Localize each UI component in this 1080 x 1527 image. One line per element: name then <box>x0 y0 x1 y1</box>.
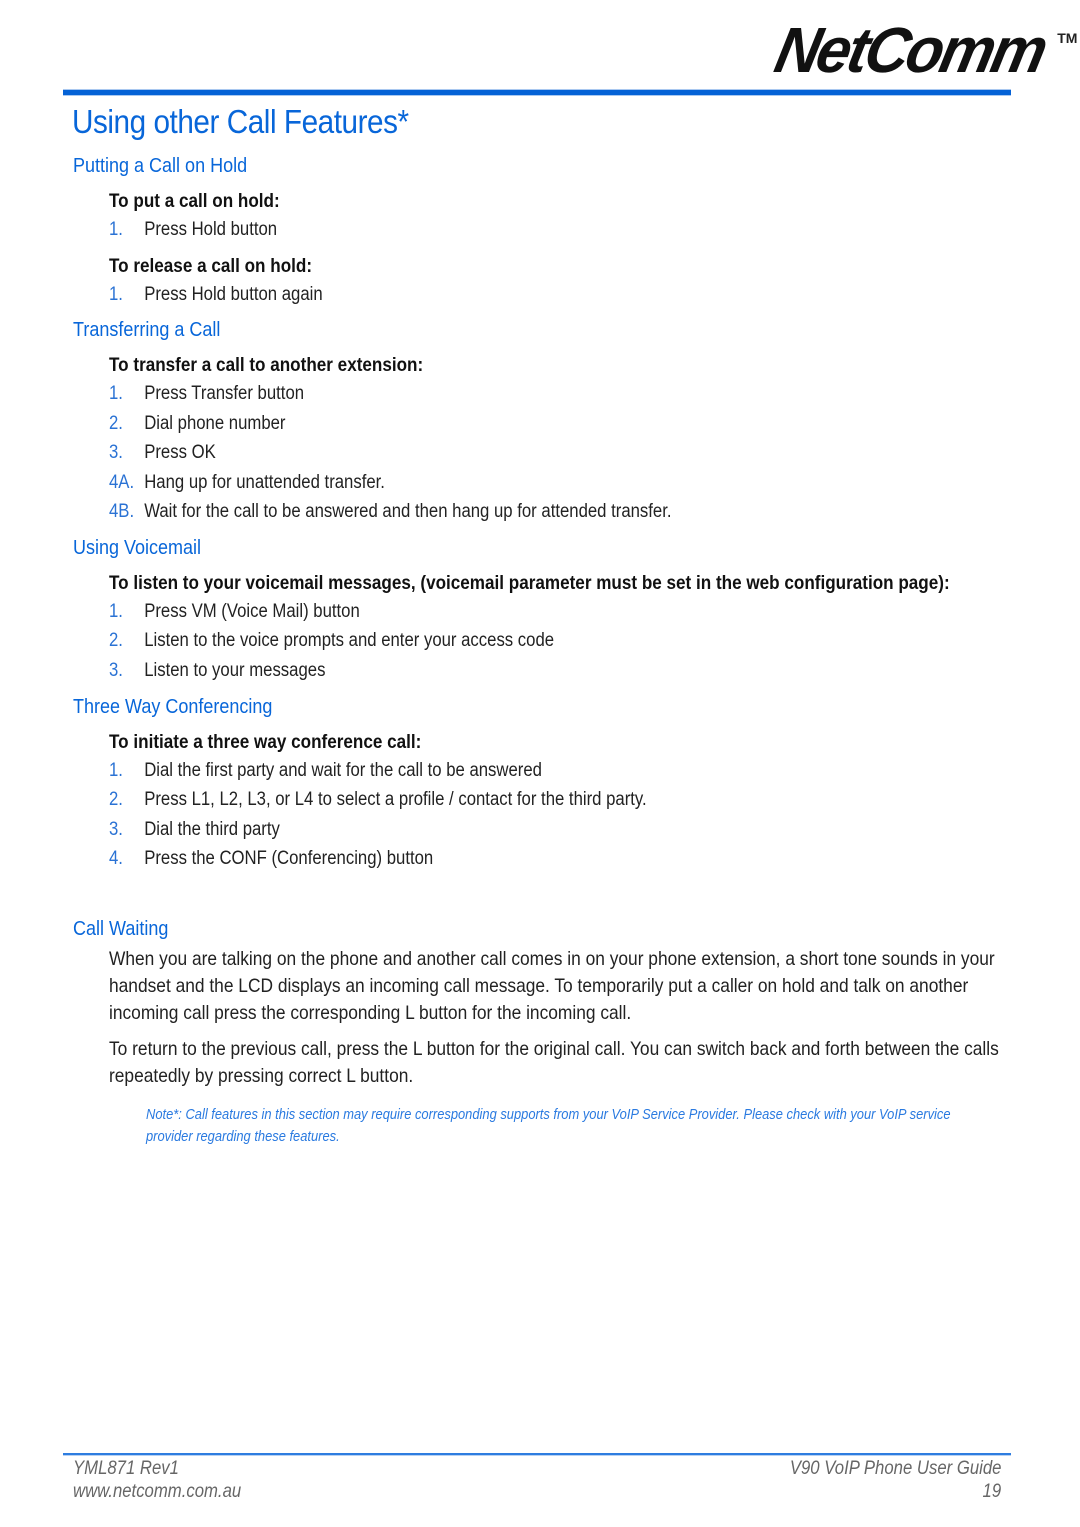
step-text: Press VM (Voice Mail) button <box>144 601 360 622</box>
step-text: Dial the third party <box>144 819 280 840</box>
step-text: Wait for the call to be answered and the… <box>144 501 672 522</box>
section-heading-transfer: Transferring a Call <box>73 319 221 341</box>
netcomm-logo: NetComm TM <box>769 14 1078 86</box>
step-number: 4. <box>109 848 123 869</box>
step-number: 2. <box>109 630 123 651</box>
step-text: Listen to your messages <box>144 660 326 681</box>
trademark-symbol: TM <box>1057 30 1078 46</box>
step-number: 1. <box>109 760 123 781</box>
list-item: 4. Press the CONF (Conferencing) button <box>109 848 433 870</box>
call-waiting-paragraph: To return to the previous call, press th… <box>109 1038 999 1087</box>
step-text: Press the CONF (Conferencing) button <box>144 848 434 869</box>
hold-put-lead: To put a call on hold: <box>109 191 280 212</box>
step-number: 4B. <box>109 501 135 522</box>
step-number: 4A. <box>109 472 135 493</box>
step-text: Dial phone number <box>144 413 286 434</box>
conference-lead: To initiate a three way conference call: <box>109 732 422 753</box>
step-number: 3. <box>109 660 123 681</box>
list-item: 1. Press VM (Voice Mail) button <box>109 601 360 623</box>
logo-wordmark: NetComm <box>769 14 1052 86</box>
step-text: Press Hold button again <box>144 284 323 305</box>
list-item: 2. Press L1, L2, L3, or L4 to select a pr… <box>109 789 647 811</box>
footer-doc-code: YML871 Rev1 <box>73 1458 179 1479</box>
list-item: 4A. Hang up for unattended transfer. <box>109 472 385 494</box>
step-number: 1. <box>109 601 123 622</box>
list-item: 3. Listen to your messages <box>109 660 325 682</box>
step-number: 1. <box>109 383 123 404</box>
header-divider <box>63 89 1011 96</box>
provider-note: Note*: Call features in this section may… <box>146 1107 951 1145</box>
step-number: 1. <box>109 284 123 305</box>
call-waiting-paragraph: When you are talking on the phone and an… <box>109 948 995 1024</box>
footer-guide-title: V90 VoIP Phone User Guide <box>789 1458 1001 1479</box>
step-number: 2. <box>109 413 123 434</box>
footer-website[interactable]: www.netcomm.com.au <box>73 1481 241 1503</box>
footer-divider <box>63 1453 1011 1456</box>
list-item: 3. Dial the third party <box>109 819 280 841</box>
list-item: 3. Press OK <box>109 442 216 464</box>
section-heading-voicemail: Using Voicemail <box>73 537 202 559</box>
list-item: 4B. Wait for the call to be answered and … <box>109 501 672 523</box>
list-item: 2. Listen to the voice prompts and enter … <box>109 630 554 652</box>
step-number: 1. <box>109 219 123 240</box>
list-item: 1. Press Transfer button <box>109 383 304 405</box>
step-number: 2. <box>109 789 123 810</box>
step-text: Dial the first party and wait for the ca… <box>144 760 542 781</box>
page-title: Using other Call Features* <box>72 103 409 140</box>
list-item: 2. Dial phone number <box>109 413 285 435</box>
step-number: 3. <box>109 442 123 463</box>
step-text: Press OK <box>144 442 216 463</box>
voicemail-lead: To listen to your voicemail messages, (v… <box>109 573 950 594</box>
step-text: Press Transfer button <box>144 383 305 404</box>
transfer-lead: To transfer a call to another extension: <box>109 355 424 376</box>
hold-release-lead: To release a call on hold: <box>109 256 313 277</box>
list-item: 1. Press Hold button <box>109 219 277 241</box>
section-heading-conference: Three Way Conferencing <box>73 696 273 718</box>
step-number: 3. <box>109 819 123 840</box>
list-item: 1. Press Hold button again <box>109 284 323 306</box>
step-text: Listen to the voice prompts and enter yo… <box>144 630 555 651</box>
step-text: Press L1, L2, L3, or L4 to select a prof… <box>144 789 647 810</box>
section-heading-hold: Putting a Call on Hold <box>73 155 248 177</box>
section-heading-call-waiting: Call Waiting <box>73 918 169 940</box>
step-text: Press Hold button <box>144 219 278 240</box>
footer-page-number: 19 <box>982 1481 1001 1502</box>
list-item: 1. Dial the first party and wait for the … <box>109 760 542 782</box>
step-text: Hang up for unattended transfer. <box>144 472 385 493</box>
